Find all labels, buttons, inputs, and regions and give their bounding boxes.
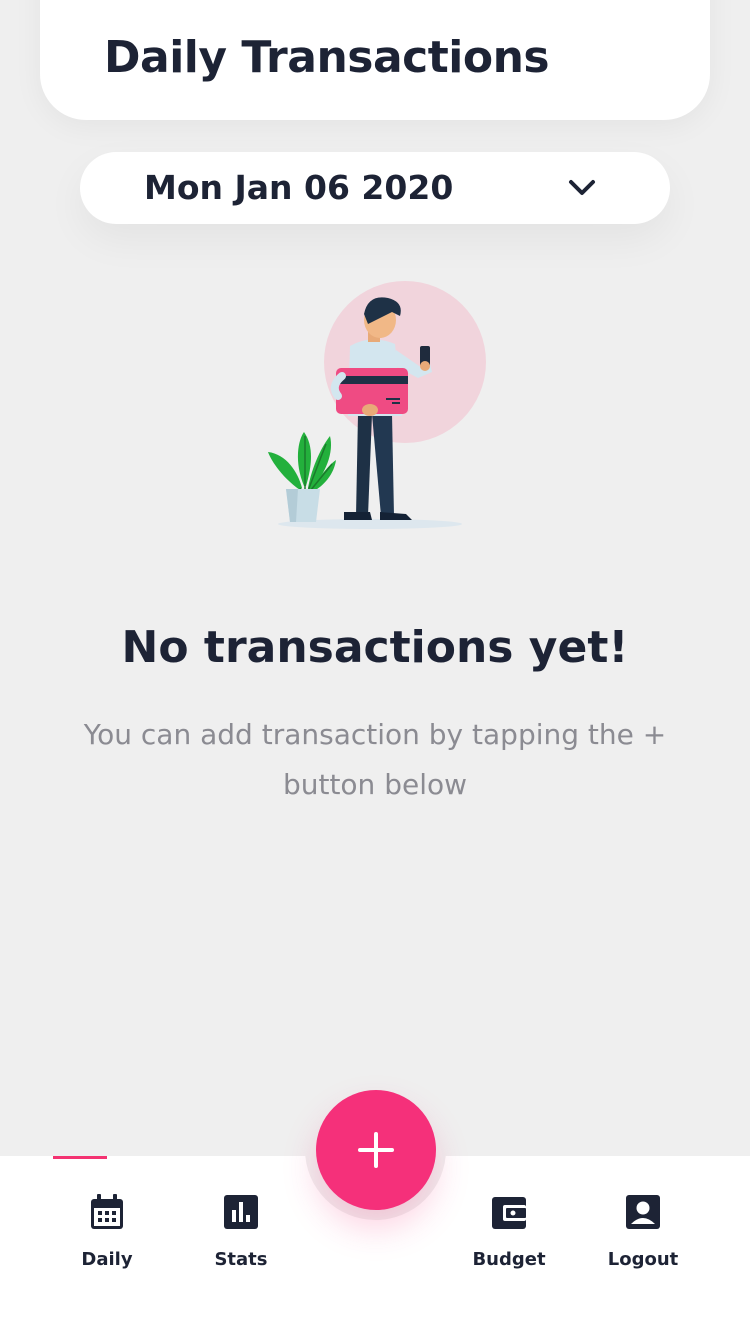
page-title: Daily Transactions	[104, 32, 550, 83]
wallet-icon	[492, 1197, 526, 1229]
nav-item-stats[interactable]: Stats	[174, 1156, 308, 1286]
chevron-down-icon	[569, 180, 595, 195]
nav-label-daily: Daily	[81, 1249, 133, 1270]
nav-item-daily[interactable]: Daily	[40, 1156, 174, 1286]
empty-state-description: You can add transaction by tapping the +…	[83, 718, 667, 801]
app-screen: Daily Transactions Mon Jan 06 2020 No tr…	[0, 0, 750, 1334]
add-transaction-button[interactable]	[316, 1090, 436, 1210]
empty-state-title: No transactions yet!	[121, 622, 629, 673]
plus-icon	[358, 1132, 394, 1168]
nav-item-budget[interactable]: Budget	[442, 1156, 576, 1286]
active-tab-indicator	[53, 1156, 107, 1159]
selected-date: Mon Jan 06 2020	[144, 168, 454, 207]
nav-label-budget: Budget	[472, 1249, 546, 1270]
person-holding-credit-card-illustration	[268, 281, 486, 529]
calendar-icon	[91, 1194, 123, 1229]
bar-chart-icon	[224, 1195, 258, 1229]
date-selector-dropdown[interactable]: Mon Jan 06 2020	[80, 152, 670, 224]
nav-label-logout: Logout	[607, 1249, 679, 1270]
account-icon	[626, 1195, 660, 1229]
nav-item-logout[interactable]: Logout	[576, 1156, 710, 1286]
nav-label-stats: Stats	[214, 1249, 268, 1270]
